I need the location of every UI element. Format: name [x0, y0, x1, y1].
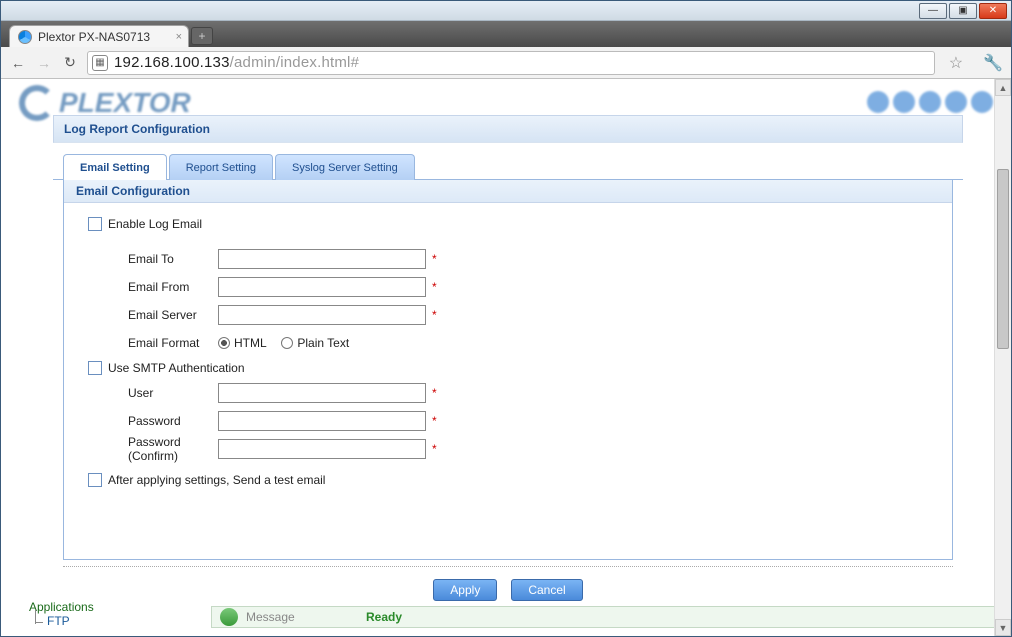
- format-html-radio[interactable]: [218, 337, 230, 349]
- email-from-label: Email From: [88, 280, 218, 294]
- back-button[interactable]: ←: [9, 54, 27, 72]
- logo-swirl-icon: [19, 85, 55, 121]
- sidebar-tree: Applications FTP: [29, 600, 94, 628]
- favicon-icon: [18, 30, 32, 44]
- header-icon[interactable]: [919, 91, 941, 113]
- header-icon[interactable]: [971, 91, 993, 113]
- maximize-button[interactable]: ▣: [949, 3, 977, 19]
- required-mark: *: [426, 386, 437, 400]
- new-tab-button[interactable]: +: [191, 27, 213, 45]
- tab-title: Plextor PX-NAS0713: [38, 30, 150, 44]
- password-label: Password: [88, 414, 218, 428]
- sidebar-item-applications[interactable]: Applications: [29, 600, 94, 614]
- tab-content: Email Configuration Enable Log Email Ema…: [63, 180, 953, 560]
- user-label: User: [88, 386, 218, 400]
- status-value: Ready: [366, 610, 402, 624]
- bookmark-icon[interactable]: ☆: [943, 53, 969, 73]
- button-row: Apply Cancel: [53, 573, 963, 601]
- password-confirm-input[interactable]: [218, 439, 426, 459]
- page-scrollbar[interactable]: ▲ ▼: [994, 79, 1011, 636]
- required-mark: *: [426, 308, 437, 322]
- status-icon: [220, 608, 238, 626]
- site-info-icon[interactable]: ▦: [92, 55, 108, 71]
- required-mark: *: [426, 442, 437, 456]
- browser-window: — ▣ ✕ Plextor PX-NAS0713 × + ← → ↻ ▦ 192…: [0, 0, 1012, 637]
- browser-tab[interactable]: Plextor PX-NAS0713 ×: [9, 25, 189, 47]
- smtp-auth-label: Use SMTP Authentication: [108, 361, 245, 375]
- smtp-auth-checkbox[interactable]: [88, 361, 102, 375]
- url-text: 192.168.100.133/admin/index.html#: [114, 54, 359, 71]
- format-html-label: HTML: [234, 336, 267, 350]
- email-to-input[interactable]: [218, 249, 426, 269]
- divider: [63, 566, 953, 567]
- format-plain-label: Plain Text: [297, 336, 349, 350]
- cancel-button[interactable]: Cancel: [511, 579, 582, 601]
- apply-button[interactable]: Apply: [433, 579, 497, 601]
- close-button[interactable]: ✕: [979, 3, 1007, 19]
- scroll-thumb[interactable]: [997, 169, 1009, 349]
- user-input[interactable]: [218, 383, 426, 403]
- password-input[interactable]: [218, 411, 426, 431]
- tab-close-icon[interactable]: ×: [176, 31, 182, 43]
- email-server-label: Email Server: [88, 308, 218, 322]
- tab-email-setting[interactable]: Email Setting: [63, 154, 167, 180]
- sidebar-item-ftp[interactable]: FTP: [29, 614, 94, 628]
- send-test-checkbox[interactable]: [88, 473, 102, 487]
- scroll-up-icon[interactable]: ▲: [995, 79, 1011, 96]
- url-bar[interactable]: ▦ 192.168.100.133/admin/index.html#: [87, 51, 935, 75]
- status-bar: Message Ready: [211, 606, 999, 628]
- tab-report-setting[interactable]: Report Setting: [169, 154, 273, 180]
- header-icons: [867, 91, 993, 113]
- panel-title: Log Report Configuration: [53, 115, 963, 143]
- send-test-label: After applying settings, Send a test ema…: [108, 473, 325, 487]
- section-header: Email Configuration: [64, 180, 952, 203]
- config-panel: Log Report Configuration Email Setting R…: [53, 115, 963, 599]
- email-from-input[interactable]: [218, 277, 426, 297]
- email-server-input[interactable]: [218, 305, 426, 325]
- password-confirm-label: Password (Confirm): [88, 435, 218, 463]
- tab-strip: Plextor PX-NAS0713 × +: [1, 21, 1011, 47]
- header-icon[interactable]: [867, 91, 889, 113]
- required-mark: *: [426, 280, 437, 294]
- format-plain-radio[interactable]: [281, 337, 293, 349]
- enable-log-email-label: Enable Log Email: [108, 217, 202, 231]
- email-to-label: Email To: [88, 252, 218, 266]
- minimize-button[interactable]: —: [919, 3, 947, 19]
- reload-button[interactable]: ↻: [61, 54, 79, 72]
- settings-wrench-icon[interactable]: 🔧: [977, 53, 1003, 73]
- form-body: Enable Log Email Email To * Email From *…: [64, 203, 952, 501]
- email-format-label: Email Format: [88, 336, 218, 350]
- header-icon[interactable]: [945, 91, 967, 113]
- forward-button[interactable]: →: [35, 54, 53, 72]
- enable-log-email-checkbox[interactable]: [88, 217, 102, 231]
- required-mark: *: [426, 414, 437, 428]
- os-titlebar: — ▣ ✕: [1, 1, 1011, 21]
- scroll-down-icon[interactable]: ▼: [995, 619, 1011, 636]
- browser-toolbar: ← → ↻ ▦ 192.168.100.133/admin/index.html…: [1, 47, 1011, 79]
- header-icon[interactable]: [893, 91, 915, 113]
- tab-syslog-setting[interactable]: Syslog Server Setting: [275, 154, 415, 180]
- panel-tabs: Email Setting Report Setting Syslog Serv…: [53, 143, 963, 180]
- required-mark: *: [426, 252, 437, 266]
- status-label: Message: [246, 610, 366, 624]
